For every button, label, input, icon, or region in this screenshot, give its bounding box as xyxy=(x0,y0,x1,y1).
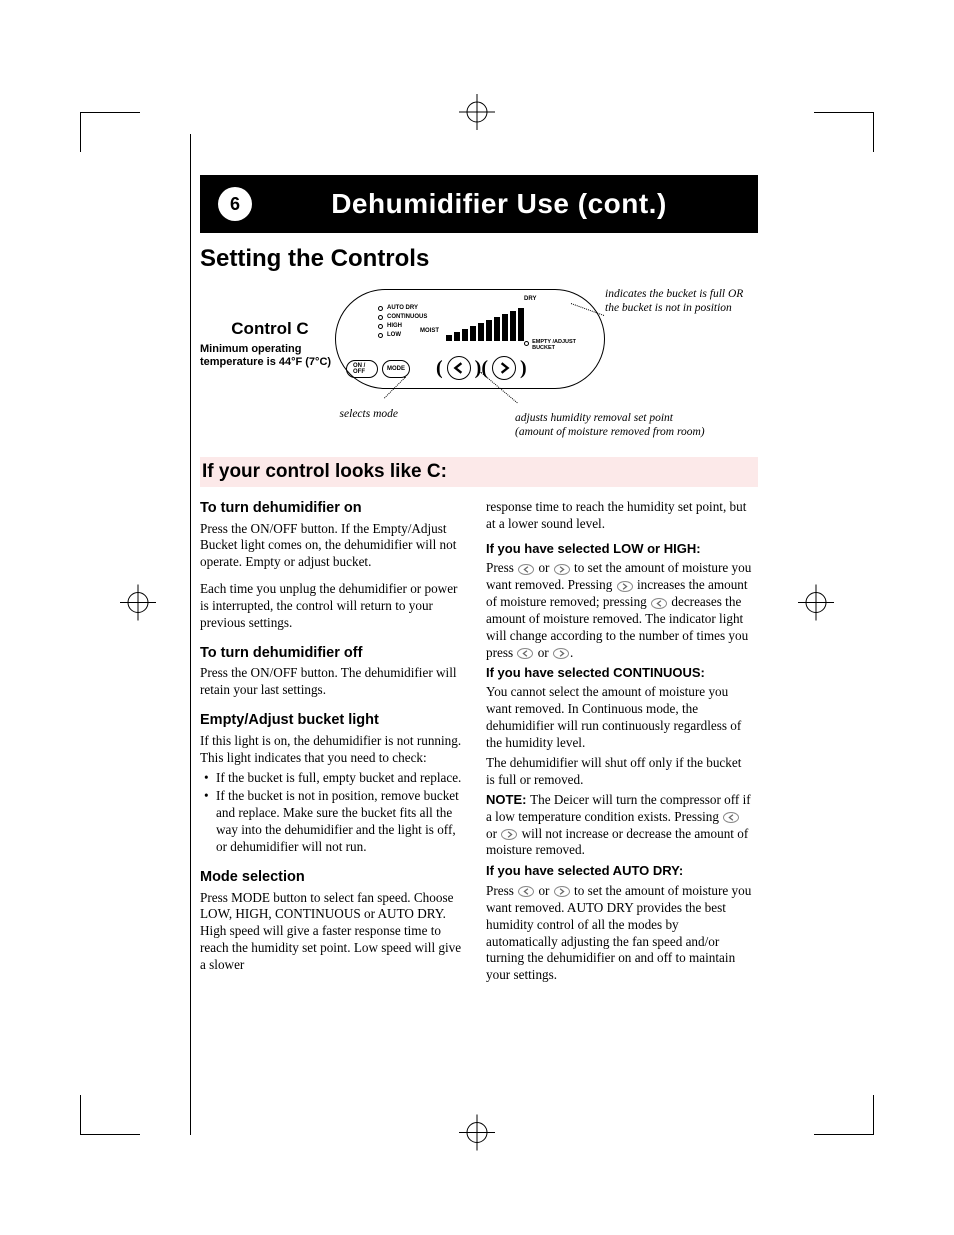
right-arrow-icon xyxy=(554,886,570,897)
moist-label: MOIST xyxy=(420,328,439,334)
page-header: 6 Dehumidifier Use (cont.) xyxy=(200,175,758,233)
heading: To turn dehumidifier on xyxy=(200,499,466,518)
body-text: Each time you unplug the dehumidifier or… xyxy=(200,581,466,632)
empty-bucket-led: EMPTY /ADJUSTBUCKET xyxy=(524,340,576,351)
heading: Mode selection xyxy=(200,868,466,887)
body-text: NOTE: The Deicer will turn the compresso… xyxy=(486,792,752,860)
bold-label: If you have selected LOW or HIGH: xyxy=(486,541,752,558)
crop-line xyxy=(0,112,954,113)
left-arrow-icon xyxy=(517,648,533,659)
crop-mark-icon xyxy=(459,1115,495,1156)
control-name: Control C xyxy=(200,319,340,339)
section-title: Setting the Controls xyxy=(200,245,758,273)
body-text: Press the ON/OFF button. If the Empty/Ad… xyxy=(200,521,466,572)
crop-mark-icon xyxy=(120,585,156,626)
body-text: Press or to set the amount of moisture y… xyxy=(486,883,752,984)
page: 6 Dehumidifier Use (cont.) Setting the C… xyxy=(0,0,954,1235)
body-text: If this light is on, the dehumidifier is… xyxy=(200,733,466,767)
led-icon xyxy=(378,306,383,311)
led-icon xyxy=(378,315,383,320)
content-area: 6 Dehumidifier Use (cont.) Setting the C… xyxy=(200,175,758,987)
left-arrow-icon xyxy=(651,598,667,609)
callout-mode: selects mode xyxy=(318,407,398,421)
led-icon xyxy=(378,324,383,329)
control-panel: AUTO DRY CONTINUOUS HIGH LOW ON / OFF MO… xyxy=(335,289,605,389)
heading: Empty/Adjust bucket light xyxy=(200,711,466,730)
crop-line xyxy=(873,112,874,1135)
left-arrow-icon xyxy=(518,564,534,575)
heading: To turn dehumidifier off xyxy=(200,644,466,663)
left-arrow-button xyxy=(447,356,471,380)
two-columns: To turn dehumidifier on Press the ON/OFF… xyxy=(200,493,752,987)
right-arrow-icon xyxy=(554,564,570,575)
led-icon xyxy=(378,333,383,338)
onoff-button: ON / OFF xyxy=(346,360,378,378)
humidity-bars-icon xyxy=(446,308,524,341)
left-column: To turn dehumidifier on Press the ON/OFF… xyxy=(200,493,466,987)
left-arrow-icon xyxy=(518,886,534,897)
callout-bucket: indicates the bucket is full ORthe bucke… xyxy=(605,287,765,316)
right-arrow-icon xyxy=(553,648,569,659)
left-arrow-icon xyxy=(723,812,739,823)
right-arrow-icon xyxy=(501,829,517,840)
mode-led-list: AUTO DRY CONTINUOUS HIGH LOW xyxy=(378,304,427,340)
right-column: response time to reach the humidity set … xyxy=(486,493,752,987)
crop-line xyxy=(0,1134,954,1135)
list-item: If the bucket is not in position, remove… xyxy=(208,788,466,856)
crop-mark-icon xyxy=(798,585,834,626)
page-number-badge: 6 xyxy=(218,187,252,221)
vertical-divider xyxy=(190,134,191,1135)
right-arrow-icon xyxy=(617,581,633,592)
list-item: If the bucket is full, empty bucket and … xyxy=(208,770,466,787)
led-icon xyxy=(524,341,529,346)
bold-label: If you have selected AUTO DRY: xyxy=(486,863,752,880)
body-text: Press the ON/OFF button. The dehumidifie… xyxy=(200,665,466,699)
mode-button: MODE xyxy=(382,360,410,378)
body-text: You cannot select the amount of moisture… xyxy=(486,684,752,752)
body-text: The dehumidifier will shut off only if t… xyxy=(486,755,752,789)
body-text: Press MODE button to select fan speed. C… xyxy=(200,890,466,974)
control-diagram: Control C Minimum operating temperature … xyxy=(200,279,758,449)
callout-adjust: adjusts humidity removal set point(amoun… xyxy=(515,411,755,440)
right-arrow-button xyxy=(492,356,516,380)
bold-label: If you have selected CONTINUOUS: xyxy=(486,665,752,682)
crop-line xyxy=(80,112,81,1135)
dry-label: DRY xyxy=(524,296,536,302)
min-temp-note: Minimum operating temperature is 44°F (7… xyxy=(200,343,340,369)
arrow-buttons: ( )( ) xyxy=(436,356,527,380)
body-text: response time to reach the humidity set … xyxy=(486,499,752,533)
body-text: Press or to set the amount of moisture y… xyxy=(486,560,752,661)
page-title: Dehumidifier Use (cont.) xyxy=(252,188,746,220)
subsection-header: If your control looks like C: xyxy=(200,457,758,487)
